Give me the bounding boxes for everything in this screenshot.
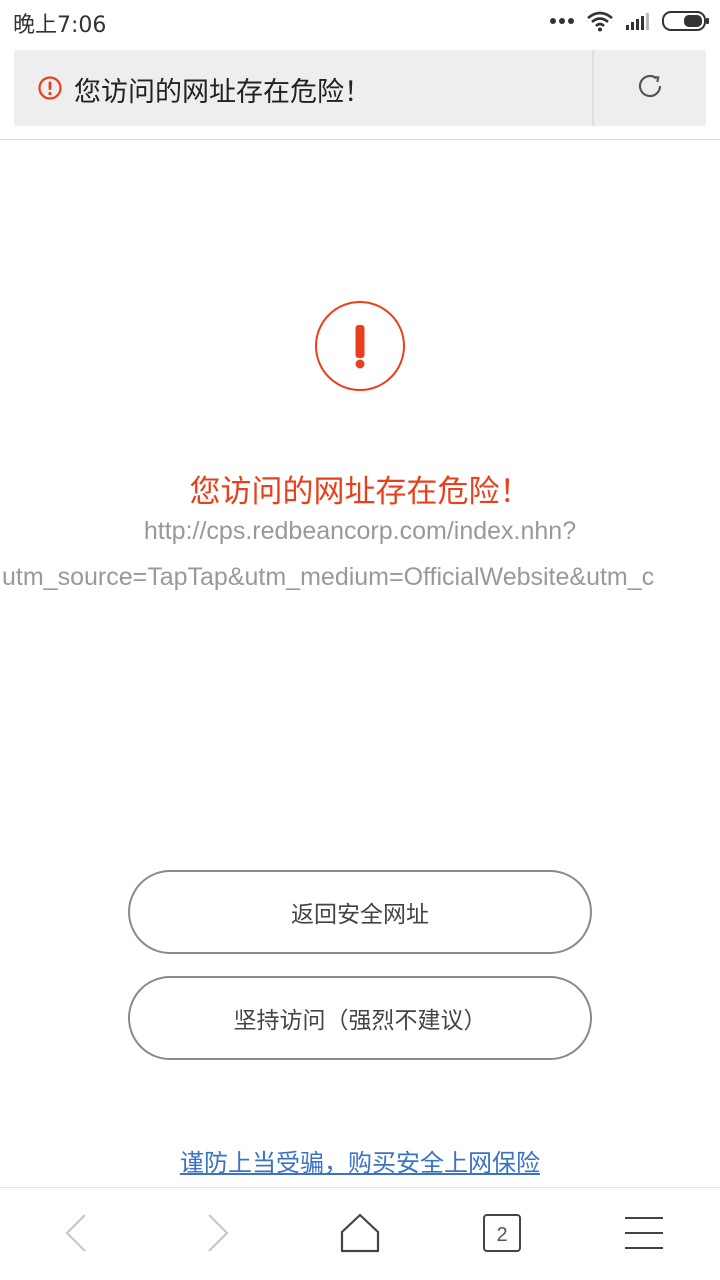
nav-home-button[interactable]: [320, 1200, 400, 1270]
warning-title: 您访问的网址存在危险！: [189, 474, 531, 510]
nav-menu-button[interactable]: [604, 1200, 684, 1270]
bottom-divider: [0, 1187, 720, 1188]
blocked-url-line-2: utm_source=TapTap&utm_medium=OfficialWeb…: [2, 563, 655, 591]
top-divider: [0, 139, 720, 140]
nav-forward-button[interactable]: [178, 1200, 258, 1270]
nav-tabs-button[interactable]: 2: [462, 1200, 542, 1270]
blocked-url-line-1: http://cps.redbeancorp.com/index.nhn?: [143, 517, 577, 545]
battery-icon: [662, 11, 710, 31]
back-icon: [61, 1212, 91, 1258]
status-icons: [550, 8, 710, 34]
more-dots-icon: [550, 17, 574, 25]
tab-count: 2: [496, 1223, 508, 1246]
address-bar[interactable]: 您访问的网址存在危险！: [14, 50, 706, 126]
reload-button[interactable]: [594, 50, 706, 126]
continue-anyway-button[interactable]: 坚持访问（强烈不建议）: [128, 976, 592, 1060]
forward-icon: [203, 1212, 233, 1258]
home-icon: [339, 1212, 381, 1258]
browser-screen: 晚上7:06 您访问的网址存在危险！ 您访问的网址存在危险！ http://cp…: [0, 0, 720, 1280]
address-text[interactable]: 您访问的网址存在危险！: [74, 70, 371, 109]
return-safe-button[interactable]: 返回安全网址: [128, 870, 592, 954]
menu-icon: [624, 1216, 664, 1254]
status-bar: 晚上7:06: [0, 0, 720, 42]
nav-back-button[interactable]: [36, 1200, 116, 1270]
wifi-icon: [586, 10, 614, 32]
reload-icon: [635, 71, 665, 105]
danger-alert-icon: [314, 300, 406, 392]
status-time: 晚上7:06: [13, 13, 107, 38]
insurance-link[interactable]: 谨防上当受骗，购买安全上网保险: [0, 1143, 720, 1178]
signal-icon: [626, 12, 650, 30]
alert-circle-icon: [38, 76, 62, 100]
